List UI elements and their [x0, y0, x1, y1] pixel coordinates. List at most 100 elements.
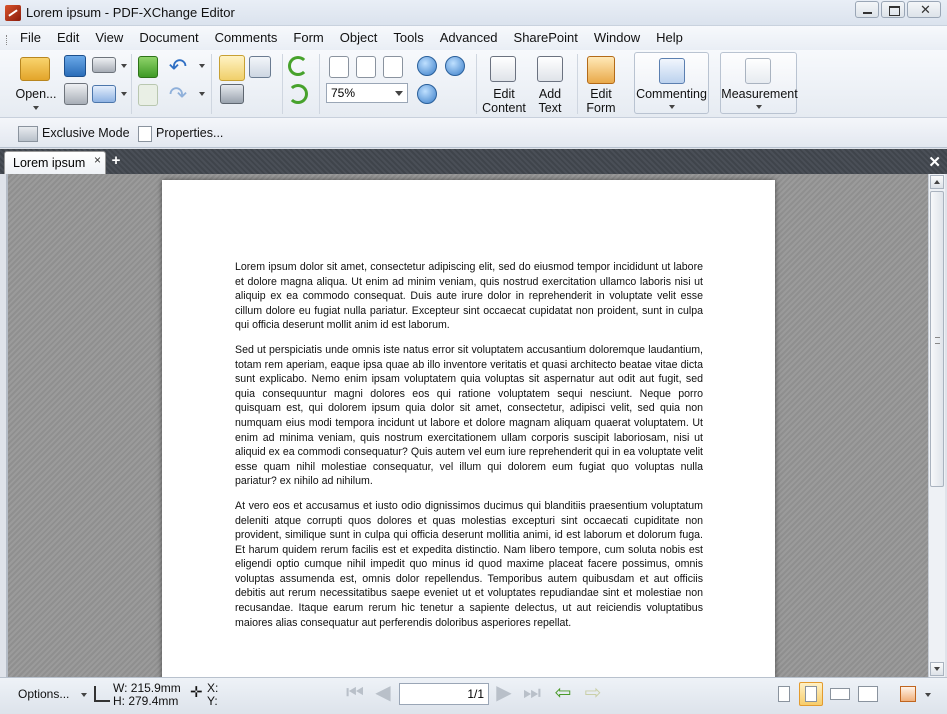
- app-icon: [5, 5, 21, 21]
- menu-view[interactable]: View: [87, 26, 131, 50]
- options-button[interactable]: Options...: [18, 688, 87, 700]
- document-viewport[interactable]: Lorem ipsum dolor sit amet, consectetur …: [6, 174, 928, 677]
- vertical-scrollbar[interactable]: [928, 174, 945, 677]
- menu-file[interactable]: File: [12, 26, 49, 50]
- undo-icon[interactable]: ↶: [168, 56, 188, 78]
- tab-close-icon[interactable]: ×: [94, 153, 101, 167]
- secondary-toolbar: Exclusive Mode Properties...: [0, 118, 947, 148]
- edit-content-icon[interactable]: [490, 56, 516, 82]
- menu-help[interactable]: Help: [648, 26, 691, 50]
- menu-comments[interactable]: Comments: [207, 26, 286, 50]
- measurement-dropdown-icon: [756, 105, 762, 109]
- menu-edit[interactable]: Edit: [49, 26, 87, 50]
- select-text-icon[interactable]: [249, 56, 271, 78]
- first-page-icon[interactable]: ⏮: [343, 683, 367, 705]
- page-number-input[interactable]: 1/1: [399, 683, 489, 705]
- edit-form-icon[interactable]: [587, 56, 615, 84]
- open-button-label[interactable]: Open...: [14, 87, 58, 101]
- commenting-icon: [659, 58, 685, 84]
- next-view-status-icon[interactable]: ⇨: [581, 683, 605, 705]
- next-view-icon[interactable]: [138, 84, 158, 106]
- measurement-icon: [745, 58, 771, 84]
- menu-document[interactable]: Document: [131, 26, 206, 50]
- edit-form-button[interactable]: Edit Form: [581, 87, 621, 115]
- toolbar-separator: [577, 54, 578, 114]
- rotate-clockwise-icon[interactable]: [288, 56, 308, 76]
- hand-tool-icon[interactable]: [219, 55, 245, 81]
- options-dropdown-icon: [80, 692, 87, 697]
- close-window-button[interactable]: ✕: [907, 1, 941, 18]
- redo-icon[interactable]: ↷: [168, 84, 188, 106]
- scroll-up-icon[interactable]: [930, 175, 944, 189]
- pdf-standards-icon[interactable]: [895, 682, 919, 706]
- document-tab-strip: Lorem ipsum × + ✕: [0, 149, 947, 174]
- main-toolbar: Open... ↶ ↷ 75% Edit Content Add Text Ed…: [0, 50, 947, 118]
- minimize-button[interactable]: [855, 1, 879, 18]
- next-page-icon[interactable]: ▶: [492, 683, 516, 705]
- open-dropdown-icon[interactable]: [33, 106, 39, 110]
- fit-page-icon[interactable]: [356, 56, 376, 78]
- rotate-counterclockwise-icon[interactable]: [288, 84, 308, 104]
- commenting-button[interactable]: Commenting: [634, 52, 709, 114]
- zoom-in-icon[interactable]: [417, 56, 437, 76]
- exclusive-mode-label: Exclusive Mode: [42, 126, 130, 140]
- window-controls: ✕: [855, 1, 941, 18]
- single-page-view-icon[interactable]: [771, 682, 795, 706]
- scan-dropdown-icon[interactable]: [121, 64, 127, 68]
- menu-tools[interactable]: Tools: [385, 26, 431, 50]
- previous-page-icon[interactable]: ◀: [371, 683, 395, 705]
- paragraph: Sed ut perspiciatis unde omnis iste natu…: [235, 343, 703, 488]
- last-page-icon[interactable]: ⏭: [520, 683, 544, 705]
- undo-dropdown-icon[interactable]: [199, 64, 205, 68]
- fit-width-icon[interactable]: [383, 56, 403, 78]
- scan-icon[interactable]: [92, 57, 116, 73]
- page-size-icon: [94, 686, 110, 702]
- close-all-tabs-icon[interactable]: ✕: [928, 153, 941, 171]
- email-dropdown-icon[interactable]: [121, 92, 127, 96]
- zoom-dropdown-icon[interactable]: [395, 91, 403, 96]
- scroll-down-icon[interactable]: [930, 662, 944, 676]
- paragraph: Lorem ipsum dolor sit amet, consectetur …: [235, 261, 703, 332]
- commenting-label: Commenting: [636, 87, 707, 101]
- exclusive-mode-button[interactable]: Exclusive Mode: [18, 124, 130, 142]
- continuous-facing-view-icon[interactable]: [855, 682, 879, 706]
- maximize-button[interactable]: [881, 1, 905, 18]
- scrollbar-thumb[interactable]: [930, 191, 944, 487]
- print-icon[interactable]: [64, 83, 88, 105]
- email-icon[interactable]: [92, 85, 116, 103]
- window-title: Lorem ipsum - PDF-XChange Editor: [26, 5, 235, 20]
- zoom-level-value: 75%: [331, 86, 356, 100]
- measurement-label: Measurement: [721, 87, 798, 101]
- redo-dropdown-icon[interactable]: [199, 92, 205, 96]
- menu-form[interactable]: Form: [285, 26, 331, 50]
- add-tab-icon[interactable]: +: [108, 153, 124, 170]
- zoom-tool-icon[interactable]: [417, 84, 437, 104]
- cursor-y: Y:: [207, 694, 218, 708]
- save-icon[interactable]: [64, 55, 86, 77]
- page-height: H: 279.4mm: [113, 694, 179, 708]
- zoom-level-select[interactable]: 75%: [326, 83, 408, 103]
- toolbar-separator: [282, 54, 283, 114]
- status-dropdown-icon[interactable]: [925, 693, 931, 697]
- menu-sharepoint[interactable]: SharePoint: [506, 26, 586, 50]
- menu-grip-icon: [6, 35, 9, 45]
- properties-button[interactable]: Properties...: [138, 124, 223, 142]
- actual-size-icon[interactable]: [329, 56, 349, 78]
- snapshot-icon[interactable]: [220, 84, 244, 104]
- tab-lorem-ipsum[interactable]: Lorem ipsum ×: [4, 151, 106, 174]
- add-text-icon[interactable]: [537, 56, 563, 82]
- menu-window[interactable]: Window: [586, 26, 648, 50]
- facing-view-icon[interactable]: [827, 682, 851, 706]
- add-text-button[interactable]: Add Text: [530, 87, 570, 115]
- menu-bar: File Edit View Document Comments Form Ob…: [0, 26, 947, 50]
- measurement-button[interactable]: Measurement: [720, 52, 798, 114]
- continuous-view-icon[interactable]: [799, 682, 823, 706]
- menu-object[interactable]: Object: [332, 26, 386, 50]
- previous-view-status-icon[interactable]: ⇦: [551, 683, 575, 705]
- cursor-x: X:: [207, 681, 219, 695]
- zoom-out-icon[interactable]: [445, 56, 465, 76]
- edit-content-button[interactable]: Edit Content: [480, 87, 528, 115]
- previous-view-icon[interactable]: [138, 56, 158, 78]
- menu-advanced[interactable]: Advanced: [432, 26, 506, 50]
- open-folder-icon[interactable]: [20, 57, 50, 81]
